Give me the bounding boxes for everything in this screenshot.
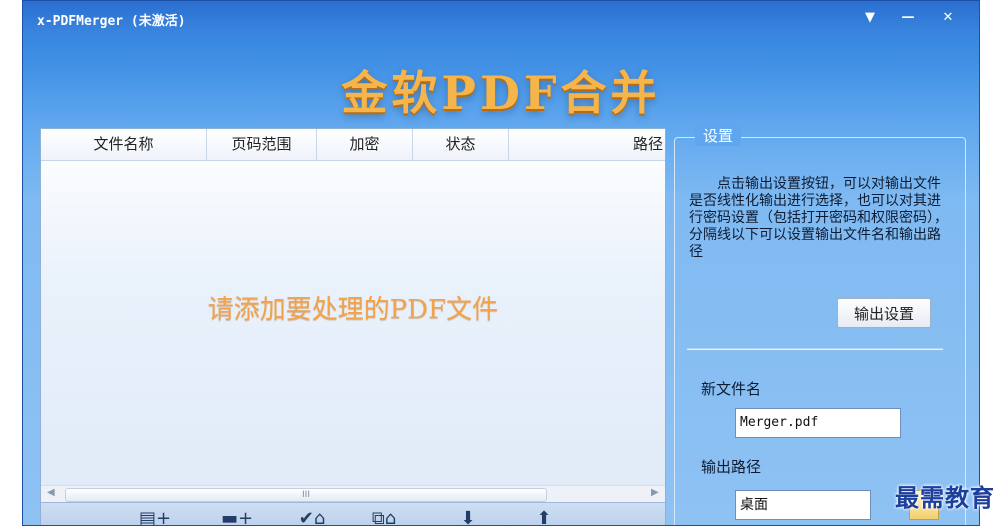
- remove-selected-icon[interactable]: ✔⌂: [297, 508, 327, 525]
- minimize-button[interactable]: —: [895, 9, 921, 27]
- settings-group: 设置 点击输出设置按钮，可以对输出文件是否线性化输出进行选择，也可以对其进行密码…: [674, 125, 966, 525]
- app-window: x-PDFMerger (未激活) ▼ — ✕ 金软PDF合并 文件名称 页码范…: [22, 0, 980, 526]
- move-up-icon[interactable]: ⬆: [529, 508, 559, 525]
- remove-all-icon[interactable]: ⧉⌂: [369, 508, 399, 525]
- output-path-input[interactable]: 桌面: [735, 490, 871, 520]
- scroll-left-icon[interactable]: ◀: [47, 487, 55, 498]
- close-button[interactable]: ✕: [935, 9, 961, 27]
- column-header-path[interactable]: 路径: [509, 129, 665, 160]
- title-bar[interactable]: x-PDFMerger (未激活) ▼ — ✕: [23, 1, 979, 35]
- window-title: x-PDFMerger (未激活): [37, 14, 186, 29]
- output-path-label: 输出路径: [701, 458, 762, 476]
- file-list-panel[interactable]: 文件名称 页码范围 加密 状态 路径 请添加要处理的PDF文件 ◀ III ▶ …: [40, 128, 666, 525]
- settings-divider: [687, 348, 943, 350]
- menu-dropdown-button[interactable]: ▼: [857, 9, 883, 27]
- horizontal-scrollbar[interactable]: ◀ III ▶: [41, 485, 665, 502]
- new-filename-label: 新文件名: [701, 380, 762, 398]
- empty-list-hint: 请添加要处理的PDF文件: [207, 295, 499, 325]
- settings-legend: 设置: [695, 125, 742, 146]
- settings-description: 点击输出设置按钮，可以对输出文件是否线性化输出进行选择，也可以对其进行密码设置（…: [689, 176, 948, 260]
- add-file-icon[interactable]: ▤+: [139, 508, 171, 525]
- scroll-thumb[interactable]: III: [65, 488, 547, 502]
- file-list-header: 文件名称 页码范围 加密 状态 路径: [41, 129, 665, 161]
- column-header-encryption[interactable]: 加密: [317, 129, 413, 160]
- new-filename-input[interactable]: Merger.pdf: [735, 408, 901, 438]
- column-header-filename[interactable]: 文件名称: [41, 129, 207, 160]
- watermark-text: 最需教育: [895, 483, 995, 512]
- move-down-icon[interactable]: ⬇: [453, 508, 483, 525]
- brand-logo: 金软PDF合并: [341, 66, 661, 120]
- column-header-status[interactable]: 状态: [413, 129, 509, 160]
- scroll-right-icon[interactable]: ▶: [651, 487, 659, 498]
- output-settings-button[interactable]: 输出设置: [837, 298, 931, 328]
- add-folder-icon[interactable]: ▬+: [221, 508, 253, 525]
- list-toolbar: ▤+ ▬+ ✔⌂ ⧉⌂ ⬇ ⬆: [41, 502, 665, 525]
- column-header-page-range[interactable]: 页码范围: [207, 129, 317, 160]
